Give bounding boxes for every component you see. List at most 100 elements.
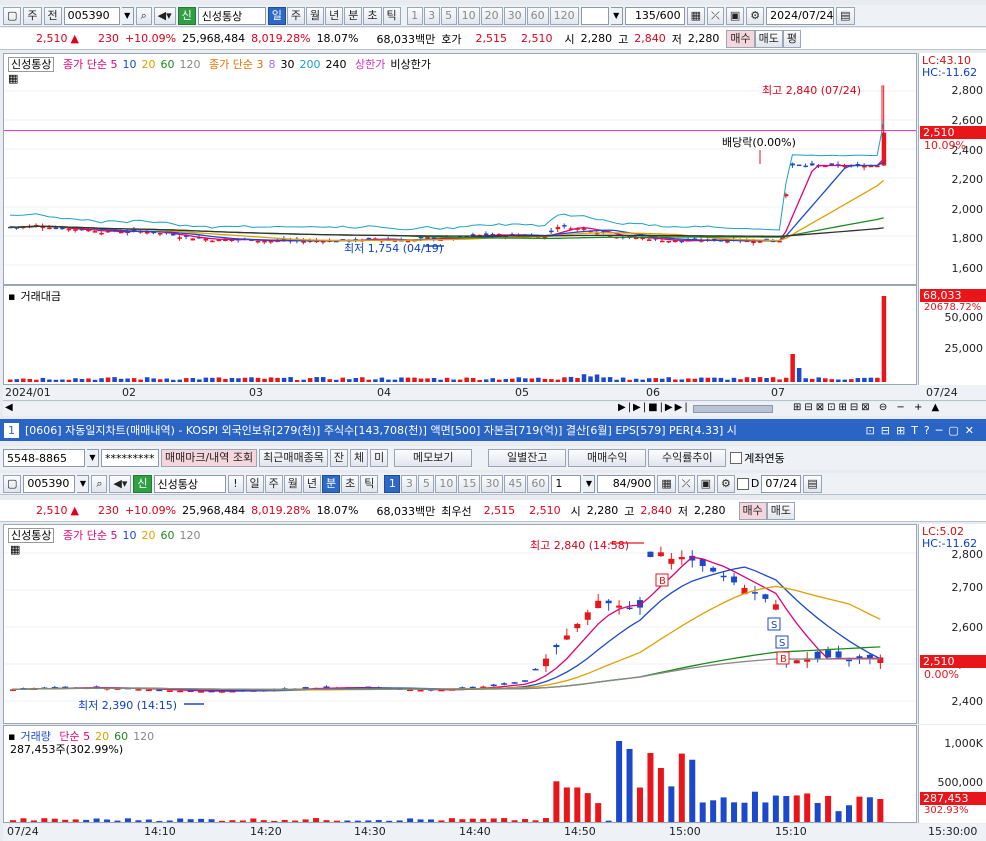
scroll-left-icon[interactable]: ◀ (5, 402, 13, 413)
chevron-down-icon[interactable]: ▼ (121, 6, 134, 25)
search-icon[interactable]: ⌕ (91, 474, 108, 493)
date-input[interactable]: 2024/07/24 (766, 6, 835, 25)
password-input[interactable]: ********* (101, 449, 159, 467)
volume-bar (41, 818, 48, 822)
volume-bar (125, 378, 130, 382)
speaker-icon[interactable]: ◀▾ (109, 474, 132, 493)
interval-button-1[interactable]: 3 (401, 474, 418, 493)
memo-button[interactable]: 메모보기 (394, 449, 473, 467)
sell-button[interactable]: 매도 (766, 501, 795, 520)
zoom-icons[interactable]: ⊞⊟⊠⊡⊞⊟⊠ ⊖ − + ▲ (793, 402, 942, 413)
interval-button-6[interactable]: 60 (526, 6, 549, 25)
balance-button[interactable]: 잔 (329, 449, 349, 467)
period-button-6[interactable]: 틱 (360, 474, 379, 493)
speaker-icon[interactable]: ◀▾ (153, 6, 176, 25)
period-button-3[interactable]: 년 (302, 474, 322, 493)
period-button-4[interactable]: 분 (344, 6, 363, 25)
chevron-down-icon[interactable]: ▼ (610, 6, 623, 25)
chart-type-select[interactable]: 주 (23, 6, 42, 25)
interval-button-5[interactable]: 30 (503, 6, 526, 25)
cross-icon[interactable]: ⤫ (707, 6, 724, 25)
period-button-2[interactable]: 월 (306, 6, 325, 25)
interval-button-7[interactable]: 120 (549, 6, 579, 25)
date-input[interactable]: 07/24 (761, 474, 802, 493)
period-button-2[interactable]: 월 (283, 474, 302, 493)
bottom-volume-panel[interactable]: ▪ 거래량 단순 5 20 60 120 287,453주(302.99%) (3, 725, 917, 823)
unit-select[interactable] (580, 6, 609, 25)
trade-profit-button[interactable]: 매매수익 (568, 449, 647, 467)
period-button-5[interactable]: 초 (363, 6, 382, 25)
top-scrollbar[interactable]: ◀ ▶|▶|■|▶▶| ⊞⊟⊠⊡⊞⊟⊠ ⊖ − + ▲ (3, 402, 986, 416)
interval-button-2[interactable]: 5 (440, 6, 457, 25)
search-icon[interactable]: ⌕ (135, 6, 152, 25)
volume-bar (34, 379, 39, 382)
scroll-controls[interactable]: ▶|▶|■|▶▶| (618, 402, 690, 413)
window-controls[interactable]: ⊡⊟⊞T?─▢✕ (866, 424, 980, 437)
interval-button-3[interactable]: 10 (435, 474, 458, 493)
count-input[interactable]: 84/900 (597, 474, 656, 493)
interval-button-2[interactable]: 5 (418, 474, 435, 493)
d-checkbox[interactable] (736, 477, 749, 490)
recent-trades-button[interactable]: 최근매매종목 (259, 449, 328, 467)
save-icon[interactable]: ▣ (696, 474, 716, 493)
scroll-thumb[interactable] (693, 405, 773, 413)
sell-button[interactable]: 매도 (754, 29, 783, 48)
stock-code-input[interactable]: 005390 (63, 6, 120, 25)
prev-button[interactable]: 전 (43, 6, 62, 25)
trade-mark-button[interactable]: 매매마크/내역 조회 (161, 449, 258, 467)
interval-button-4[interactable]: 20 (480, 6, 503, 25)
period-button-4[interactable]: 분 (322, 474, 341, 493)
interval-button-6[interactable]: 45 (504, 474, 527, 493)
unfilled-button[interactable]: 미 (370, 449, 389, 467)
link-checkbox[interactable] (730, 452, 743, 464)
period-button-1[interactable]: 주 (264, 474, 283, 493)
gear-icon[interactable]: ⚙ (717, 474, 735, 493)
interval-button-3[interactable]: 10 (457, 6, 480, 25)
change: 230 (97, 32, 119, 45)
period-button-1[interactable]: 주 (286, 6, 306, 25)
unit-select[interactable]: 1 (551, 474, 582, 493)
interval-button-0[interactable]: 1 (406, 6, 423, 25)
executed-button[interactable]: 체 (350, 449, 369, 467)
grid-toggle-icon[interactable]: ▦ (10, 543, 20, 556)
window-icon[interactable]: ▢ (3, 6, 22, 25)
top-volume-panel[interactable]: ▪ 거래대금 (3, 285, 917, 385)
period-button-6[interactable]: 틱 (382, 6, 401, 25)
calendar-icon[interactable]: ▤ (803, 474, 822, 493)
period-button-0[interactable]: 일 (245, 474, 264, 493)
calendar-icon[interactable]: ▤ (836, 6, 855, 25)
interval-button-0[interactable]: 1 (384, 474, 401, 493)
save-icon[interactable]: ▣ (725, 6, 745, 25)
period-button-3[interactable]: 년 (325, 6, 344, 25)
buy-button[interactable]: 매수 (726, 29, 755, 48)
gear-icon[interactable]: ⚙ (746, 6, 765, 25)
volume-bar (490, 818, 497, 822)
bottom-price-panel[interactable]: BSSB 신성통상 종가 단순 5 10 20 60 120 ▦ 최고 2,840 (1… (3, 524, 917, 724)
count-input[interactable]: 135/600 (624, 6, 685, 25)
interval-button-4[interactable]: 15 (458, 474, 481, 493)
chevron-down-icon[interactable]: ▼ (583, 474, 596, 493)
volume-bar (294, 379, 300, 382)
volume-bar (21, 378, 26, 382)
buy-button[interactable]: 매수 (738, 501, 767, 520)
interval-button-5[interactable]: 30 (481, 474, 504, 493)
grid-toggle-icon[interactable]: ▦ (8, 72, 18, 85)
period-button-0[interactable]: 일 (267, 6, 286, 25)
stock-code-input[interactable]: 005390 (23, 474, 76, 493)
chevron-down-icon[interactable]: ▼ (77, 474, 90, 493)
alert-button[interactable]: ! (227, 474, 244, 493)
avg-button[interactable]: 평 (782, 29, 801, 48)
chevron-down-icon[interactable]: ▼ (87, 449, 99, 467)
daily-balance-button[interactable]: 일별잔고 (488, 449, 567, 467)
interval-button-7[interactable]: 60 (527, 474, 550, 493)
period-button-5[interactable]: 초 (341, 474, 360, 493)
volume-bar (347, 379, 352, 382)
grid-icon[interactable]: ▦ (686, 6, 706, 25)
top-price-panel[interactable]: 신성통상 종가 단순 5 10 20 60 120 종가 단순 3 8 30 200 240 상… (3, 53, 917, 285)
return-trend-button[interactable]: 수익률추이 (648, 449, 727, 467)
interval-button-1[interactable]: 3 (423, 6, 440, 25)
grid-icon[interactable]: ▦ (657, 474, 676, 493)
window-icon[interactable]: ▢ (3, 474, 22, 493)
cross-icon[interactable]: ⤫ (677, 474, 695, 493)
account-input[interactable]: 5548-8865 (3, 449, 85, 467)
